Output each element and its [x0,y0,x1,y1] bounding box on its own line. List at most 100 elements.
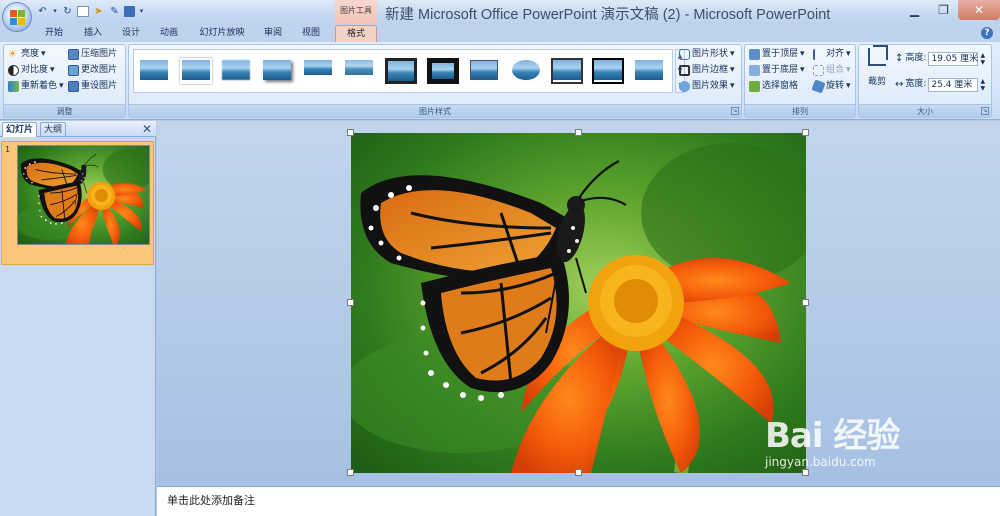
picture-style-thick-black-frame[interactable] [385,58,417,84]
picture-style-black-matte[interactable] [427,58,459,84]
undo-icon[interactable]: ↶ [36,5,49,18]
rotate-icon [811,79,826,94]
height-spinner-icon[interactable]: ▲ ▼ [980,52,985,66]
slide-thumbnail-selected[interactable]: 1 [1,141,154,265]
brightness-button[interactable]: ☀ 亮度 ▾ [8,47,46,62]
ribbon: ☀ 亮度 ▾ 对比度 ▾ 重新着色 ▾ 压缩图片 更改图片 重设图片 调整 ▲ … [0,42,1000,120]
picture-border-button[interactable]: 图片边框 ▾ [679,63,735,78]
tab-slides[interactable]: 幻灯片 [2,122,38,137]
dropdown-arrow-icon: ▾ [846,81,851,91]
compress-pictures-button[interactable]: 压缩图片 [68,47,117,62]
tab-insert[interactable]: 插入 [79,25,107,42]
tab-animations[interactable]: 动画 [155,25,183,42]
contrast-icon [8,65,19,76]
group-button[interactable]: 组合 ▾ [813,63,851,78]
group-label: 组合 [826,65,845,75]
resize-handle[interactable] [802,129,809,136]
reset-picture-icon [68,81,79,92]
picture-styles-group-label: 图片样式 [129,104,741,117]
crop-icon [868,45,888,66]
picture-style-soft-edge[interactable] [220,58,252,84]
help-icon[interactable]: ? [981,27,993,39]
ribbon-tabs: 开始 插入 设计 动画 幻灯片放映 审阅 视图 格式 ? [0,24,1000,42]
tab-format[interactable]: 格式 [335,25,377,42]
picture-effects-label: 图片效果 [692,81,729,91]
picture-style-reflected-soft[interactable] [343,58,375,84]
picture-shape-label: 图片形状 [692,49,729,59]
slide-number: 1 [5,145,11,154]
slideshow-icon[interactable] [77,6,89,17]
format-painter-icon[interactable]: ✎ [108,5,121,18]
tab-home[interactable]: 开始 [40,25,68,42]
compress-pictures-icon [68,49,79,60]
slide-canvas[interactable] [351,133,806,473]
close-pane-icon[interactable]: ✕ [142,122,152,136]
picture-style-oval[interactable] [510,58,542,84]
resize-handle[interactable] [347,299,354,306]
picture-style-soft-rectangle[interactable] [633,58,665,84]
dropdown-arrow-icon: ▾ [846,49,851,59]
picture-style-white-frame[interactable] [180,58,212,84]
rotate-button[interactable]: 旋转 ▾ [811,79,851,94]
resize-handle[interactable] [347,469,354,476]
height-input[interactable]: 19.05 厘米 [928,51,979,66]
watermark-logo: Bai 经验 [765,416,900,456]
butterfly-flower-picture[interactable] [351,133,806,473]
minimize-button[interactable]: ▁ [900,0,929,20]
dropdown-arrow-icon: ▾ [50,65,55,75]
redo-icon[interactable]: ↻ [61,5,74,18]
resize-handle[interactable] [802,469,809,476]
align-button[interactable]: 对齐 ▾ [813,47,851,62]
office-button[interactable] [2,2,32,32]
tab-slideshow[interactable]: 幻灯片放映 [195,25,249,42]
restore-button[interactable]: ❐ [929,0,958,20]
notes-area[interactable]: 单击此处添加备注 [157,486,1000,516]
dropdown-arrow-icon: ▾ [800,65,805,75]
change-picture-label: 更改图片 [81,65,118,75]
customize-toolbar-icon[interactable]: ▾ [138,5,145,18]
tab-design[interactable]: 设计 [117,25,145,42]
picture-tools-context-label: 图片工具 [335,0,377,24]
tab-review[interactable]: 审阅 [259,25,287,42]
slides-pane: 幻灯片 大纲 ✕ 1 [0,121,156,516]
tab-outline[interactable]: 大纲 [40,122,67,137]
change-picture-button[interactable]: 更改图片 [68,63,117,78]
reset-picture-button[interactable]: 重设图片 [68,79,117,94]
contrast-button[interactable]: 对比度 ▾ [8,63,55,78]
send-to-back-button[interactable]: 置于底层 ▾ [749,63,805,78]
picture-style-metal-frame[interactable] [551,58,583,84]
close-button[interactable]: ✕ [958,0,1000,20]
picture-style-reflected[interactable] [302,58,334,84]
crop-button[interactable]: 裁剪 [864,45,890,92]
width-input[interactable]: 25.4 厘米 [928,77,979,92]
picture-style-beveled[interactable] [468,58,500,84]
save-icon[interactable] [124,6,135,17]
picture-effects-button[interactable]: 图片效果 ▾ [679,79,735,94]
arrange-group: 置于顶层 ▾ 置于底层 ▾ 选择窗格 对齐 ▾ 组合 ▾ 旋转 ▾ 排列 [744,44,856,118]
picture-styles-group: ▲▼▾ 图片形状▾ 图片边框▾ 图片效果▾ 图片样式 ↘ [128,44,742,118]
picture-style-simple-frame[interactable] [138,58,170,84]
resize-handle[interactable] [347,129,354,136]
bring-to-front-icon [749,49,760,60]
resize-handle[interactable] [575,469,582,476]
dialog-launcher-icon[interactable]: ↘ [731,107,739,115]
cursor-icon[interactable]: ➤ [92,5,105,18]
bring-to-front-button[interactable]: 置于顶层 ▾ [749,47,805,62]
resize-handle[interactable] [575,129,582,136]
resize-handle[interactable] [802,299,809,306]
recolor-icon [8,81,19,92]
size-dialog-launcher-icon[interactable]: ↘ [981,107,989,115]
selection-pane-button[interactable]: 选择窗格 [749,79,798,94]
window-title: 新建 Microsoft Office PowerPoint 演示文稿 (2) … [385,7,831,23]
tab-view[interactable]: 视图 [297,25,325,42]
height-field: ↕ 高度: 19.05 厘米 ▲ ▼ [895,51,985,66]
picture-styles-gallery [133,49,673,93]
dropdown-arrow-icon: ▾ [730,65,735,75]
picture-style-shadow[interactable] [261,58,293,84]
picture-style-black-rectangle[interactable] [592,58,624,84]
picture-shape-button[interactable]: 图片形状 ▾ [679,47,735,62]
undo-dropdown-icon[interactable]: ▾ [52,5,58,18]
width-spinner-icon[interactable]: ▲ ▼ [980,78,985,92]
baidu-watermark: Bai 经验 jingyan.baidu.com [765,408,900,469]
recolor-button[interactable]: 重新着色 ▾ [8,79,64,94]
